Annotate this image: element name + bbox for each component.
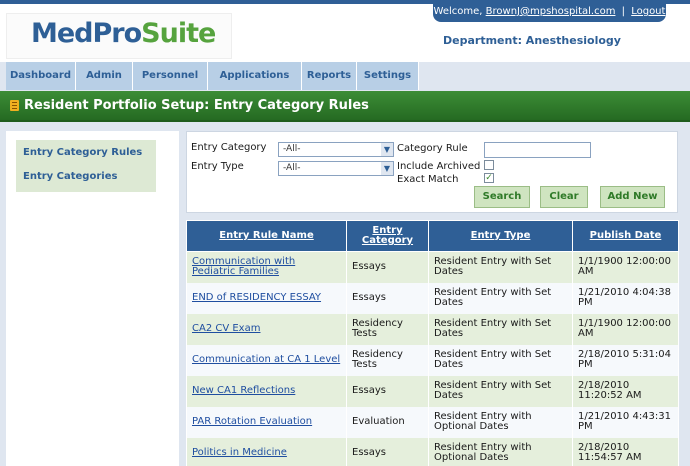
cell-rule-name: Communication with Pediatric Families (186, 251, 347, 283)
table-row: PAR Rotation Evaluation Evaluation Resid… (186, 406, 679, 438)
table-row: Communication at CA 1 Level Residency Te… (186, 344, 679, 376)
category-rule-input[interactable] (484, 142, 591, 158)
logo[interactable]: MedProSuite (31, 18, 216, 49)
entry-type-select[interactable]: -All- ▼ (278, 161, 394, 176)
rule-name-link[interactable]: PAR Rotation Evaluation (192, 416, 312, 427)
column-header-publish-date[interactable]: Publish Date (572, 220, 679, 252)
column-header-entry-category[interactable]: Entry Category (346, 220, 429, 252)
cell-type: Resident Entry with Set Dates (428, 313, 573, 345)
document-icon (10, 100, 19, 111)
cell-type: Resident Entry with Optional Dates (428, 406, 573, 438)
chevron-down-icon: ▼ (381, 162, 393, 175)
entry-type-value: -All- (283, 163, 301, 173)
logo-container: MedProSuite (6, 13, 232, 59)
cell-rule-name: Politics in Medicine (186, 437, 347, 466)
cell-category: Residency Tests (346, 313, 429, 345)
cell-publish-date: 1/21/2010 4:43:31 PM (572, 406, 679, 438)
cell-type: Resident Entry with Set Dates (428, 344, 573, 376)
entry-category-label: Entry Category (191, 142, 267, 153)
entry-category-select[interactable]: -All- ▼ (278, 142, 394, 157)
cell-type: Resident Entry with Set Dates (428, 282, 573, 314)
cell-publish-date: 1/1/1900 12:00:00 AM (572, 251, 679, 283)
nav-tab-settings[interactable]: Settings (357, 62, 419, 90)
cell-category: Essays (346, 251, 429, 283)
page-title-bar: Resident Portfolio Setup: Entry Category… (0, 91, 690, 122)
rule-name-link[interactable]: New CA1 Reflections (192, 385, 295, 396)
add-new-button[interactable]: Add New (600, 186, 665, 208)
chevron-down-icon: ▼ (381, 143, 393, 156)
welcome-bar: Welcome, BrownJ@mpshospital.com | Logout (433, 4, 666, 22)
cell-publish-date: 2/18/2010 11:20:52 AM (572, 375, 679, 407)
logo-text-suite: Suite (141, 18, 216, 49)
cell-rule-name: PAR Rotation Evaluation (186, 406, 347, 438)
cell-type: Resident Entry with Optional Dates (428, 437, 573, 466)
column-header-entry-type[interactable]: Entry Type (428, 220, 573, 252)
entry-type-label: Entry Type (191, 161, 244, 172)
checkmark-icon: ✓ (485, 173, 493, 183)
cell-type: Resident Entry with Set Dates (428, 375, 573, 407)
rule-name-link[interactable]: Communication at CA 1 Level (192, 354, 340, 365)
cell-category: Evaluation (346, 406, 429, 438)
table-row: New CA1 Reflections Essays Resident Entr… (186, 375, 679, 407)
table-row: END of RESIDENCY ESSAY Essays Resident E… (186, 282, 679, 314)
sidebar: Entry Category Rules Entry Categories (6, 131, 179, 466)
nav-tab-personnel[interactable]: Personnel (133, 62, 208, 90)
cell-category: Essays (346, 375, 429, 407)
sidebar-item-entry-category-rules[interactable]: Entry Category Rules (23, 147, 142, 158)
entry-category-value: -All- (283, 144, 301, 154)
cell-type: Resident Entry with Set Dates (428, 251, 573, 283)
rule-name-link[interactable]: CA2 CV Exam (192, 323, 260, 334)
cell-publish-date: 2/18/2010 5:31:04 PM (572, 344, 679, 376)
search-button[interactable]: Search (474, 186, 530, 208)
exact-match-checkbox[interactable]: ✓ (484, 173, 494, 183)
table-row: CA2 CV Exam Residency Tests Resident Ent… (186, 313, 679, 345)
clear-button[interactable]: Clear (540, 186, 588, 208)
rule-name-link[interactable]: END of RESIDENCY ESSAY (192, 292, 321, 303)
cell-category: Essays (346, 437, 429, 466)
entry-rules-table: Entry Rule Name Entry Category Entry Typ… (186, 220, 679, 466)
include-archived-label: Include Archived (397, 161, 481, 172)
rule-name-link[interactable]: Communication with Pediatric Families (192, 256, 295, 277)
cell-publish-date: 2/18/2010 11:54:57 AM (572, 437, 679, 466)
department-label: Department: Anesthesiology (443, 34, 621, 47)
table-header-row: Entry Rule Name Entry Category Entry Typ… (186, 220, 679, 252)
logo-text-medpro: MedPro (31, 18, 142, 49)
rule-name-link[interactable]: Politics in Medicine (192, 447, 287, 458)
cell-category: Essays (346, 282, 429, 314)
nav-tab-applications[interactable]: Applications (208, 62, 302, 90)
sidebar-item-entry-categories[interactable]: Entry Categories (23, 171, 117, 182)
main-nav: Dashboard Admin Personnel Applications R… (6, 62, 419, 90)
header: MedProSuite Welcome, BrownJ@mpshospital.… (0, 4, 690, 62)
nav-tab-admin[interactable]: Admin (76, 62, 133, 90)
nav-tab-reports[interactable]: Reports (302, 62, 357, 90)
column-header-entry-rule-name[interactable]: Entry Rule Name (186, 220, 347, 252)
category-rule-label: Category Rule (397, 143, 468, 154)
cell-rule-name: Communication at CA 1 Level (186, 344, 347, 376)
cell-rule-name: CA2 CV Exam (186, 313, 347, 345)
cell-rule-name: New CA1 Reflections (186, 375, 347, 407)
table-row: Communication with Pediatric Families Es… (186, 251, 679, 283)
table-row: Politics in Medicine Essays Resident Ent… (186, 437, 679, 466)
page-title: Resident Portfolio Setup: Entry Category… (24, 98, 369, 113)
filter-panel: Entry Category -All- ▼ Entry Type -All- … (186, 131, 678, 213)
logout-link[interactable]: Logout (631, 6, 665, 17)
user-email-link[interactable]: BrownJ@mpshospital.com (486, 6, 616, 17)
welcome-separator: | (621, 6, 626, 17)
cell-rule-name: END of RESIDENCY ESSAY (186, 282, 347, 314)
nav-tab-dashboard[interactable]: Dashboard (6, 62, 76, 90)
welcome-text: Welcome, (433, 6, 483, 17)
exact-match-label: Exact Match (397, 174, 459, 185)
sidebar-menu: Entry Category Rules Entry Categories (16, 140, 156, 192)
cell-publish-date: 1/21/2010 4:04:38 PM (572, 282, 679, 314)
cell-publish-date: 1/1/1900 12:00:00 AM (572, 313, 679, 345)
cell-category: Residency Tests (346, 344, 429, 376)
include-archived-checkbox[interactable] (484, 160, 494, 170)
